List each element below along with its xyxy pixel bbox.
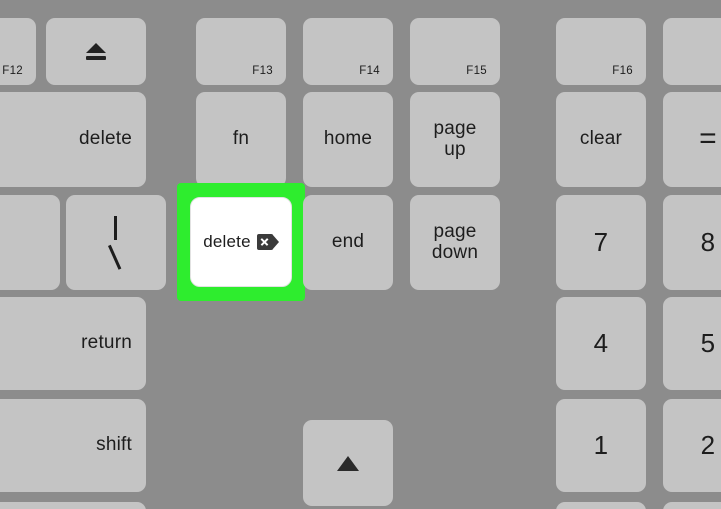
key-equals-label: = [699,122,717,156]
key-numpad-7[interactable]: 7 [556,195,646,290]
key-delete-forward-label: delete [203,231,251,251]
key-f13-label: F13 [252,64,273,77]
key-return-label: return [81,332,132,354]
key-delete-forward[interactable]: delete [190,197,292,287]
key-numpad-5-label: 5 [700,328,716,359]
forward-delete-icon [256,233,279,250]
key-numpad-7-label: 7 [593,227,609,258]
key-numpad-4-label: 4 [593,328,609,359]
key-f15-label: F15 [466,64,487,77]
key-f12[interactable]: F12 [0,18,36,85]
key-page-down-label: page down [431,220,479,263]
pipe-backslash-icon [103,214,129,272]
key-numpad-2[interactable]: 2 [663,399,721,492]
key-clear[interactable]: clear [556,92,646,187]
keyboard-photo: F12 F13 F14 F15 F16 delete fn home page … [0,0,721,509]
key-numpad-4[interactable]: 4 [556,297,646,390]
key-numpad-1-label: 1 [593,430,609,461]
key-arrow-up[interactable] [303,420,393,506]
key-home-label: home [323,128,373,150]
key-shift[interactable]: shift [0,399,146,492]
key-numpad-5[interactable]: 5 [663,297,721,390]
key-page-up[interactable]: page up [410,92,500,187]
key-fn-label: fn [232,128,250,150]
key-delete-backspace[interactable]: delete [0,92,146,187]
key-shift-label: shift [96,434,132,456]
key-f16[interactable]: F16 [556,18,646,85]
key-f16-label: F16 [612,64,633,77]
key-f12-label: F12 [2,64,23,77]
key-equals[interactable]: = [663,92,721,187]
key-delete-backspace-label: delete [79,128,132,150]
key-numpad-8[interactable]: 8 [663,195,721,290]
key-f13[interactable]: F13 [196,18,286,85]
key-pipe-backslash[interactable] [0,195,60,290]
key-bottom-numpad-dot-partial[interactable] [663,502,721,509]
key-fn[interactable]: fn [196,92,286,187]
key-end-label: end [331,231,365,253]
key-f14[interactable]: F14 [303,18,393,85]
key-page-up-label: page up [433,117,477,160]
key-numpad-2-label: 2 [700,430,716,461]
key-pipe-backslash-main[interactable] [66,195,166,290]
key-end[interactable]: end [303,195,393,290]
key-clear-label: clear [579,128,623,150]
key-return[interactable]: return [0,297,146,390]
key-home[interactable]: home [303,92,393,187]
key-f17[interactable] [663,18,721,85]
key-page-down[interactable]: page down [410,195,500,290]
arrow-up-icon [337,455,359,471]
key-f14-label: F14 [359,64,380,77]
key-f15[interactable]: F15 [410,18,500,85]
key-eject[interactable] [46,18,146,85]
key-numpad-8-label: 8 [700,227,716,258]
key-bottom-numpad-0-partial[interactable] [556,502,646,509]
eject-icon [85,42,107,61]
key-bottom-left-partial[interactable] [0,502,146,509]
highlight-frame: delete [177,183,305,301]
key-numpad-1[interactable]: 1 [556,399,646,492]
